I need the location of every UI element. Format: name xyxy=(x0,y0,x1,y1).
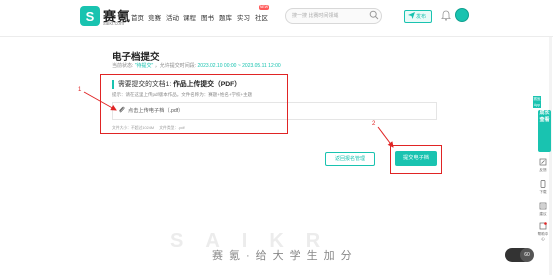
page-title: 电子档提交 xyxy=(112,52,160,63)
nav-community[interactable]: 社区 xyxy=(255,12,268,22)
status-prefix: 当前状态: xyxy=(112,63,134,69)
status-value: "待提交" xyxy=(134,63,154,69)
suggestion-icon[interactable] xyxy=(539,202,547,210)
new-badge: NEW xyxy=(259,5,269,10)
nav-activity[interactable]: 活动 xyxy=(166,12,179,22)
nav-competition[interactable]: 竞赛 xyxy=(148,12,161,22)
nav-question-bank[interactable]: 题库 xyxy=(219,12,232,22)
bell-icon[interactable] xyxy=(441,10,451,21)
nav-home[interactable]: 首页 xyxy=(131,12,144,22)
nav-course[interactable]: 课程 xyxy=(183,12,196,22)
search-icon[interactable] xyxy=(369,10,379,20)
phone-icon[interactable] xyxy=(539,180,547,188)
annotation-number-1: 1 xyxy=(78,87,82,93)
rail-help-center[interactable]: 帮助中心 xyxy=(536,232,550,242)
back-to-registration-button[interactable]: 返回报名管理 xyxy=(325,152,375,166)
status-time: 2023.02.10 00:00 ~ 2023.05.11 12:00 xyxy=(197,63,281,69)
help-icon[interactable] xyxy=(539,222,547,230)
annotation-box-1 xyxy=(100,74,288,134)
status-line: 当前状态: "待提交" ，允许提交时间段: 2023.02.10 00:00 ~… xyxy=(112,62,281,69)
logo-icon[interactable]: S xyxy=(80,6,100,26)
logo-subtext: saikr.com xyxy=(103,21,125,27)
send-icon xyxy=(408,12,415,19)
rail-download[interactable]: 下载 xyxy=(536,190,550,195)
growth-tab[interactable]: 成长查看 xyxy=(538,110,551,152)
annotation-box-2 xyxy=(390,145,442,174)
publish-label: 发布 xyxy=(416,14,427,20)
app-qr-tab[interactable]: 赛氪 App xyxy=(533,96,541,108)
rail-suggestion[interactable]: 建议 xyxy=(536,212,550,217)
annotation-arrow-2 xyxy=(377,126,394,148)
feedback-icon[interactable] xyxy=(539,158,547,166)
speed-indicator: 60 xyxy=(520,248,534,262)
nav-internship[interactable]: 实习 xyxy=(237,12,250,22)
footer-slogan: 赛氪·给大学生加分 xyxy=(212,250,358,262)
status-sep: ，允许提交时间段: xyxy=(154,63,197,69)
annotation-number-2: 2 xyxy=(372,121,376,127)
avatar[interactable] xyxy=(455,8,469,22)
nav-books[interactable]: 图书 xyxy=(201,12,214,22)
rail-feedback[interactable]: 反馈 xyxy=(536,168,550,173)
search-placeholder: 搜一搜 比赛时间领域 xyxy=(292,12,339,19)
